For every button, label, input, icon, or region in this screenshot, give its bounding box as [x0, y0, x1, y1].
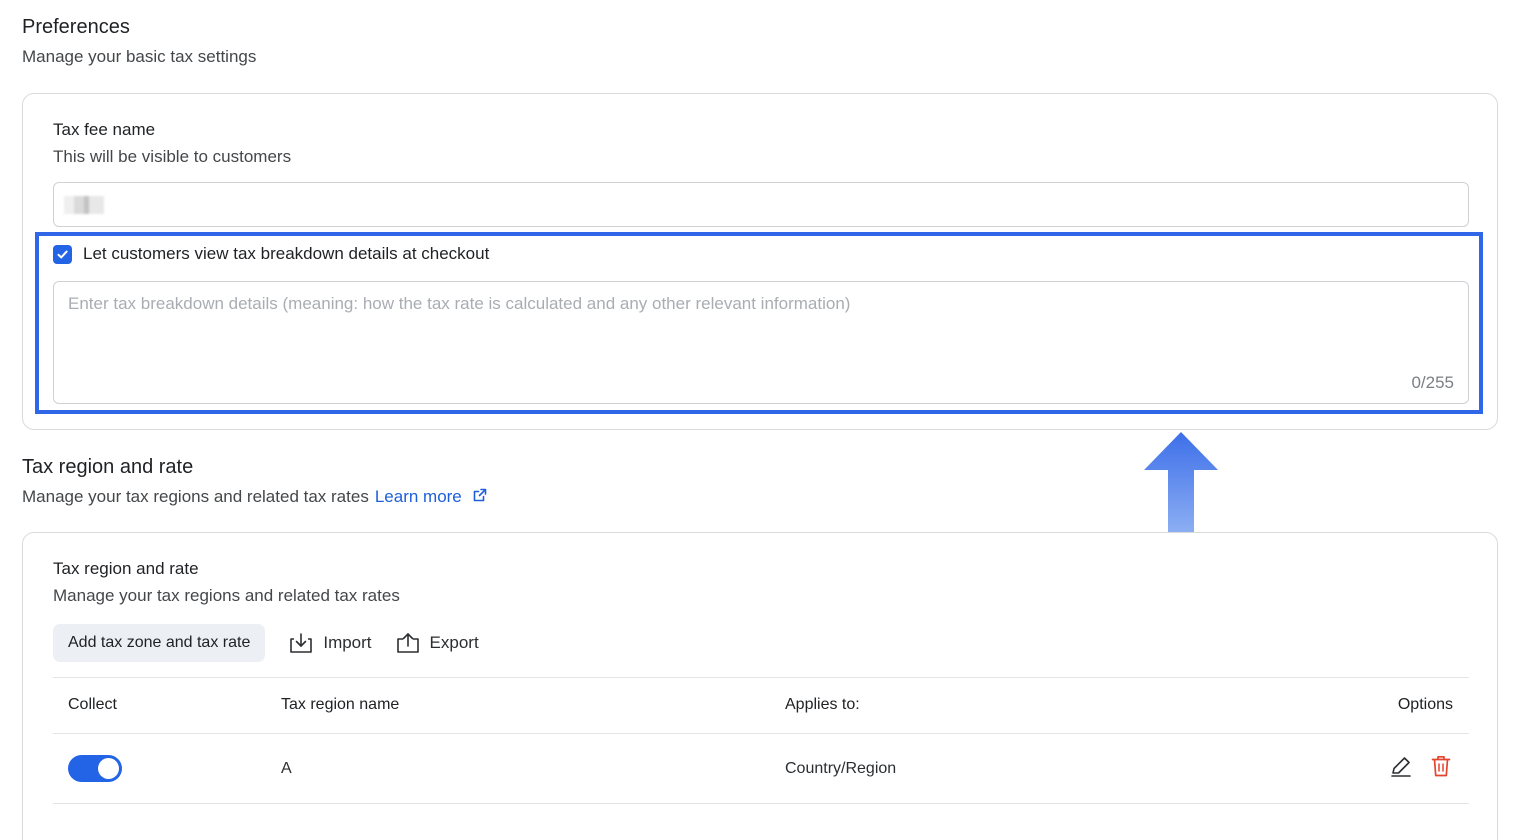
import-label: Import: [323, 633, 372, 652]
tax-region-toolbar: Add tax zone and tax rate Import Export: [53, 624, 503, 662]
table-divider-top: [53, 677, 1469, 678]
tax-region-section-title: Tax region and rate: [22, 456, 194, 478]
check-icon: [57, 250, 68, 258]
tax-breakdown-placeholder: Enter tax breakdown details (meaning: ho…: [68, 294, 851, 313]
export-label: Export: [429, 633, 479, 652]
preferences-title: Preferences: [22, 16, 130, 38]
tax-breakdown-textarea[interactable]: Enter tax breakdown details (meaning: ho…: [53, 281, 1469, 404]
tax-region-section-subtitle: Manage your tax regions and related tax …: [22, 487, 488, 507]
applies-to-cell: Country/Region: [785, 760, 897, 777]
tax-settings-page: Preferences Manage your basic tax settin…: [0, 0, 1522, 840]
column-header-options: Options: [1397, 696, 1453, 713]
tax-region-card-subtitle: Manage your tax regions and related tax …: [53, 586, 400, 605]
tax-region-card-title: Tax region and rate: [53, 559, 199, 578]
learn-more-label: Learn more: [374, 487, 462, 506]
add-tax-zone-button[interactable]: Add tax zone and tax rate: [53, 624, 266, 662]
table-header-divider: [53, 733, 1469, 734]
tax-fee-name-label: Tax fee name: [53, 120, 156, 139]
column-header-collect: Collect: [68, 696, 117, 713]
tax-region-card: Tax region and rate Manage your tax regi…: [22, 532, 1498, 840]
tax-region-name-cell: A: [281, 760, 292, 777]
tax-fee-name-input[interactable]: [53, 182, 1469, 227]
learn-more-link[interactable]: Learn more: [375, 487, 488, 506]
pencil-icon[interactable]: [1389, 754, 1413, 778]
collect-toggle[interactable]: [68, 755, 122, 782]
tax-breakdown-checkbox-row[interactable]: Let customers view tax breakdown details…: [53, 244, 489, 264]
column-header-applies-to: Applies to:: [785, 696, 860, 713]
tax-region-section-subtitle-text: Manage your tax regions and related tax …: [22, 487, 369, 506]
trash-icon[interactable]: [1429, 754, 1453, 778]
column-header-tax-region-name: Tax region name: [281, 696, 400, 713]
toggle-knob: [98, 758, 119, 779]
preferences-subtitle: Manage your basic tax settings: [22, 47, 257, 66]
import-button[interactable]: Import: [289, 632, 372, 654]
export-button[interactable]: Export: [396, 632, 479, 654]
character-counter: 0/255: [1411, 373, 1454, 392]
redacted-value: [64, 196, 104, 214]
tax-breakdown-checkbox[interactable]: [53, 244, 72, 264]
external-link-icon: [473, 488, 486, 502]
download-tray-icon: [290, 633, 313, 653]
preferences-card: Tax fee name This will be visible to cus…: [22, 93, 1498, 430]
table-row-divider: [53, 803, 1469, 804]
upload-tray-icon: [396, 633, 419, 653]
tax-fee-name-helper: This will be visible to customers: [53, 147, 292, 166]
tax-breakdown-checkbox-label: Let customers view tax breakdown details…: [83, 244, 490, 263]
